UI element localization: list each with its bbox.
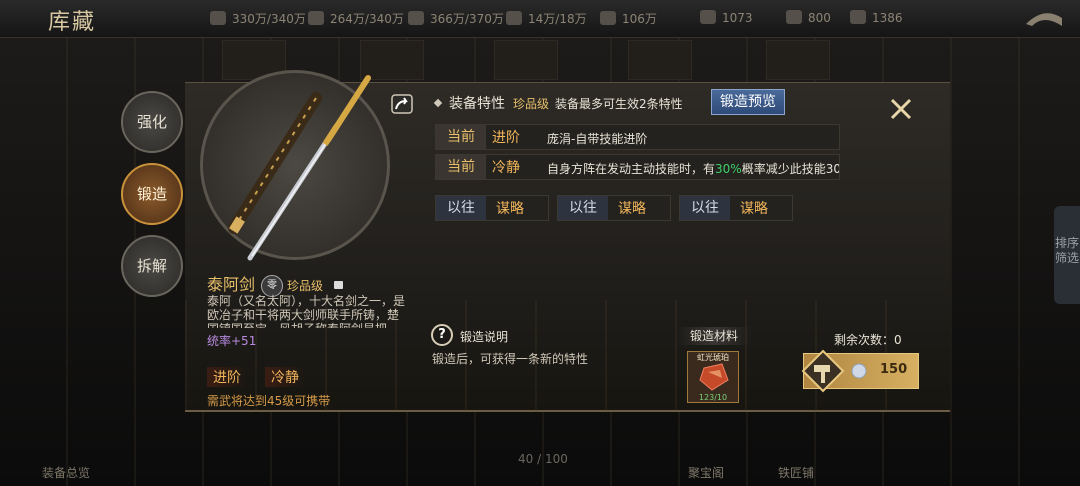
inventory-slot[interactable] [628,40,692,80]
features-title: 装备特性 [449,96,505,112]
trait-tag-calm: 冷静 [265,367,305,387]
equipment-stat: 统率+51 [207,334,257,348]
tab-enhance[interactable]: 强化 [121,91,183,153]
forge-help-title: 锻造说明 [460,330,509,344]
resource-silver: 1386 [850,10,903,25]
resource-grain: 366万/370万 [408,10,504,27]
sword-icon [228,75,371,261]
equip-requirement: 需武将达到45级可携带 [207,394,331,408]
trait-name: 进阶 [492,130,520,146]
silver-icon [850,10,866,24]
grain-icon [408,11,424,25]
material-item[interactable]: 虹光琥珀 123/10 [687,351,739,403]
features-quality: 珍品级 [513,97,550,111]
forge-help-text: 锻造后，可获得一条新的特性 [432,352,589,366]
amber-gem-icon [699,363,729,391]
past-trait-name: 谋略 [740,201,768,217]
resource-blade: 106万 [600,10,657,27]
treasure-pavilion-button[interactable]: 聚宝阁 [688,464,724,481]
current-trait-row: 当前 冷静 自身方阵在发动主动技能时，有30%概率减少此技能30 [435,154,840,180]
resource-scroll: 264万/340万 [308,10,404,27]
current-trait-row: 当前 进阶 庞涓-自带技能进阶 [435,124,840,150]
help-icon[interactable]: ? [431,324,453,346]
page-count: 40 / 100 [518,452,568,466]
equipment-quality: 珍品级 [287,279,324,293]
forge-cost: 150 [880,362,908,377]
gold-icon [786,10,802,24]
hammer-icon [801,349,845,393]
resource-gold: 800 [786,10,831,25]
resource-horse: 330万/340万 [210,10,306,27]
past-trait-slot[interactable]: 以往 谋略 [435,195,549,221]
remaining-count: 剩余次数：0 [834,333,902,347]
past-label: 以往 [680,196,730,220]
inventory-slot[interactable] [494,40,558,80]
features-note: 装备最多可生效2条特性 [555,97,683,111]
blade-icon [600,11,616,25]
inventory-slot[interactable] [766,40,830,80]
scroll-icon [308,11,324,25]
tab-dismantle[interactable]: 拆解 [121,235,183,297]
coin-icon [700,10,716,24]
top-resource-bar: 库藏 330万/340万 264万/340万 366万/370万 14万/18万… [0,0,1080,38]
equipment-overview-button[interactable]: 装备总览 [42,464,90,481]
trait-name: 冷静 [492,160,520,176]
past-label: 以往 [436,196,486,220]
ingot-icon [506,11,522,25]
equipment-description: 泰阿（又名太阿），十大名剑之一，是欧冶子和干将两大剑师联手所铸，楚国镇国至宝，风… [207,294,406,328]
equipment-name: 泰阿剑 [207,275,256,294]
silver-coin-icon [851,363,867,379]
share-icon[interactable] [390,93,414,115]
trait-description: 庞涓-自带技能进阶 [547,132,648,146]
forge-preview-button[interactable]: 锻造预览 [711,89,785,115]
equipment-name-row: 泰阿剑零珍品级 [207,271,344,297]
materials-title: 锻造材料 [676,327,752,345]
lock-icon[interactable] [334,281,344,289]
features-header: 装备特性 珍品级 装备最多可生效2条特性 [433,93,683,113]
horse-icon [210,11,226,25]
diamond-bullet-icon [433,98,443,108]
past-trait-slot[interactable]: 以往 谋略 [557,195,671,221]
blacksmith-button[interactable]: 铁匠铺 [778,464,814,481]
current-label: 当前 [436,155,486,179]
trait-description: 自身方阵在发动主动技能时，有30%概率减少此技能30 [547,162,840,176]
past-trait-name: 谋略 [618,201,646,217]
trait-tag-advance: 进阶 [207,367,247,387]
tab-forge[interactable]: 锻造 [121,163,183,225]
resource-ingot: 14万/18万 [506,10,587,27]
past-label: 以往 [558,196,608,220]
back-arrow-icon[interactable] [1022,4,1066,32]
material-count: 123/10 [698,393,728,402]
resource-coin: 1073 [700,10,753,25]
past-trait-slot[interactable]: 以往 谋略 [679,195,793,221]
sort-filter-tab[interactable]: 排序筛选 [1054,206,1080,304]
page-title: 库藏 [48,10,97,35]
past-trait-name: 谋略 [496,201,524,217]
close-icon[interactable] [888,96,914,122]
current-label: 当前 [436,125,486,149]
